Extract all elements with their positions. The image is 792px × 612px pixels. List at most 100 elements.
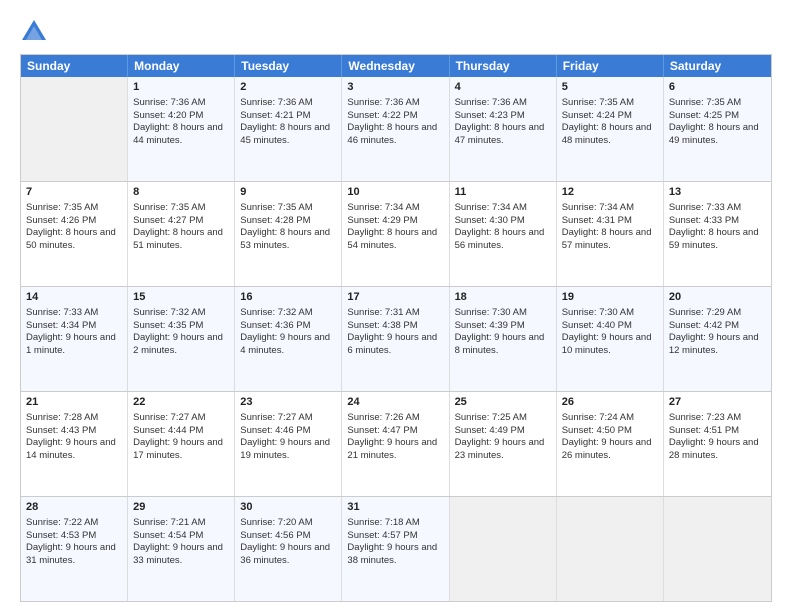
sunset-text: Sunset: 4:53 PM [26, 530, 96, 541]
calendar-header-wednesday: Wednesday [342, 55, 449, 77]
calendar-cell: 11Sunrise: 7:34 AMSunset: 4:30 PMDayligh… [450, 182, 557, 286]
calendar-cell: 23Sunrise: 7:27 AMSunset: 4:46 PMDayligh… [235, 392, 342, 496]
day-number: 16 [240, 290, 336, 305]
sunset-text: Sunset: 4:29 PM [347, 215, 417, 226]
sunset-text: Sunset: 4:40 PM [562, 320, 632, 331]
daylight-text: Daylight: 9 hours and 17 minutes. [133, 437, 223, 461]
calendar-cell: 19Sunrise: 7:30 AMSunset: 4:40 PMDayligh… [557, 287, 664, 391]
calendar-header-friday: Friday [557, 55, 664, 77]
day-number: 11 [455, 185, 551, 200]
daylight-text: Daylight: 8 hours and 46 minutes. [347, 122, 437, 146]
sunrise-text: Sunrise: 7:20 AM [240, 517, 312, 528]
sunset-text: Sunset: 4:49 PM [455, 425, 525, 436]
sunset-text: Sunset: 4:23 PM [455, 110, 525, 121]
sunset-text: Sunset: 4:42 PM [669, 320, 739, 331]
calendar-cell: 9Sunrise: 7:35 AMSunset: 4:28 PMDaylight… [235, 182, 342, 286]
sunset-text: Sunset: 4:27 PM [133, 215, 203, 226]
day-number: 8 [133, 185, 229, 200]
sunset-text: Sunset: 4:56 PM [240, 530, 310, 541]
sunset-text: Sunset: 4:44 PM [133, 425, 203, 436]
sunset-text: Sunset: 4:35 PM [133, 320, 203, 331]
sunrise-text: Sunrise: 7:35 AM [240, 202, 312, 213]
day-number: 24 [347, 395, 443, 410]
calendar-cell [557, 497, 664, 601]
day-number: 14 [26, 290, 122, 305]
day-number: 25 [455, 395, 551, 410]
sunset-text: Sunset: 4:38 PM [347, 320, 417, 331]
sunset-text: Sunset: 4:31 PM [562, 215, 632, 226]
sunset-text: Sunset: 4:34 PM [26, 320, 96, 331]
day-number: 23 [240, 395, 336, 410]
daylight-text: Daylight: 9 hours and 28 minutes. [669, 437, 759, 461]
sunrise-text: Sunrise: 7:25 AM [455, 412, 527, 423]
calendar-cell [664, 497, 771, 601]
sunrise-text: Sunrise: 7:34 AM [347, 202, 419, 213]
sunrise-text: Sunrise: 7:30 AM [562, 307, 634, 318]
sunset-text: Sunset: 4:39 PM [455, 320, 525, 331]
day-number: 28 [26, 500, 122, 515]
day-number: 20 [669, 290, 766, 305]
day-number: 26 [562, 395, 658, 410]
sunset-text: Sunset: 4:24 PM [562, 110, 632, 121]
daylight-text: Daylight: 9 hours and 6 minutes. [347, 332, 437, 356]
sunset-text: Sunset: 4:43 PM [26, 425, 96, 436]
sunrise-text: Sunrise: 7:26 AM [347, 412, 419, 423]
calendar-cell: 4Sunrise: 7:36 AMSunset: 4:23 PMDaylight… [450, 77, 557, 181]
day-number: 15 [133, 290, 229, 305]
calendar-cell: 31Sunrise: 7:18 AMSunset: 4:57 PMDayligh… [342, 497, 449, 601]
day-number: 2 [240, 80, 336, 95]
daylight-text: Daylight: 9 hours and 19 minutes. [240, 437, 330, 461]
day-number: 21 [26, 395, 122, 410]
calendar-cell: 29Sunrise: 7:21 AMSunset: 4:54 PMDayligh… [128, 497, 235, 601]
sunset-text: Sunset: 4:33 PM [669, 215, 739, 226]
calendar-cell: 18 Sunrise: 7:30 AM Sunset: 4:39 PMDayligh… [450, 287, 557, 391]
daylight-text: Daylight: 8 hours and 45 minutes. [240, 122, 330, 146]
sunrise-text: Sunrise: 7:35 AM [133, 202, 205, 213]
daylight-text: Daylight: 9 hours and 10 minutes. [562, 332, 652, 356]
sunrise-text: Sunrise: 7:31 AM [347, 307, 419, 318]
daylight-text: Daylight: 9 hours and 26 minutes. [562, 437, 652, 461]
calendar-header-row: SundayMondayTuesdayWednesdayThursdayFrid… [21, 55, 771, 77]
day-number: 12 [562, 185, 658, 200]
calendar-cell: 10 Sunrise: 7:34 AM Sunset: 4:29 PMDayligh… [342, 182, 449, 286]
day-number: 7 [26, 185, 122, 200]
calendar-header-tuesday: Tuesday [235, 55, 342, 77]
sunrise-text: Sunrise: 7:35 AM [669, 97, 741, 108]
calendar-week-1: 1Sunrise: 7:36 AMSunset: 4:20 PMDaylight… [21, 77, 771, 181]
day-number: 18 [455, 290, 551, 305]
sunrise-text: Sunrise: 7:18 AM [347, 517, 419, 528]
daylight-text: Daylight: 9 hours and 21 minutes. [347, 437, 437, 461]
daylight-text: Daylight: 8 hours and 57 minutes. [562, 227, 652, 251]
calendar-cell: 21Sunrise: 7:28 AMSunset: 4:43 PMDayligh… [21, 392, 128, 496]
calendar-cell: 14Sunrise: 7:33 AMSunset: 4:34 PMDayligh… [21, 287, 128, 391]
day-number: 3 [347, 80, 443, 95]
daylight-text: Daylight: 9 hours and 23 minutes. [455, 437, 545, 461]
sunrise-text: Sunrise: 7:32 AM [240, 307, 312, 318]
calendar-header-monday: Monday [128, 55, 235, 77]
calendar-cell: 12Sunrise: 7:34 AMSunset: 4:31 PMDayligh… [557, 182, 664, 286]
sunset-text: Sunset: 4:26 PM [26, 215, 96, 226]
sunrise-text: Sunrise: 7:22 AM [26, 517, 98, 528]
sunrise-text: Sunrise: 7:36 AM [240, 97, 312, 108]
logo-icon [20, 18, 48, 46]
daylight-text: Daylight: 9 hours and 8 minutes. [455, 332, 545, 356]
calendar-cell: 27Sunrise: 7:23 AMSunset: 4:51 PMDayligh… [664, 392, 771, 496]
sunrise-text: Sunrise: 7:30 AM [455, 307, 527, 318]
sunrise-text: Sunrise: 7:34 AM [455, 202, 527, 213]
calendar-week-2: 7 Sunrise: 7:35 AM Sunset: 4:26 PM Daylight… [21, 181, 771, 286]
sunset-text: Sunset: 4:50 PM [562, 425, 632, 436]
sunrise-text: Sunrise: 7:36 AM [455, 97, 527, 108]
daylight-text: Daylight: 8 hours and 54 minutes. [347, 227, 437, 251]
sunset-text: Sunset: 4:30 PM [455, 215, 525, 226]
day-number: 1 [133, 80, 229, 95]
calendar-week-4: 21Sunrise: 7:28 AMSunset: 4:43 PMDayligh… [21, 391, 771, 496]
day-number: 31 [347, 500, 443, 515]
header [20, 18, 772, 46]
sunrise-text: Sunrise: 7:32 AM [133, 307, 205, 318]
sunset-text: Sunset: 4:36 PM [240, 320, 310, 331]
day-number: 10 [347, 185, 443, 200]
day-number: 17 [347, 290, 443, 305]
sunset-text: Sunset: 4:54 PM [133, 530, 203, 541]
sunset-text: Sunset: 4:28 PM [240, 215, 310, 226]
logo [20, 18, 52, 46]
